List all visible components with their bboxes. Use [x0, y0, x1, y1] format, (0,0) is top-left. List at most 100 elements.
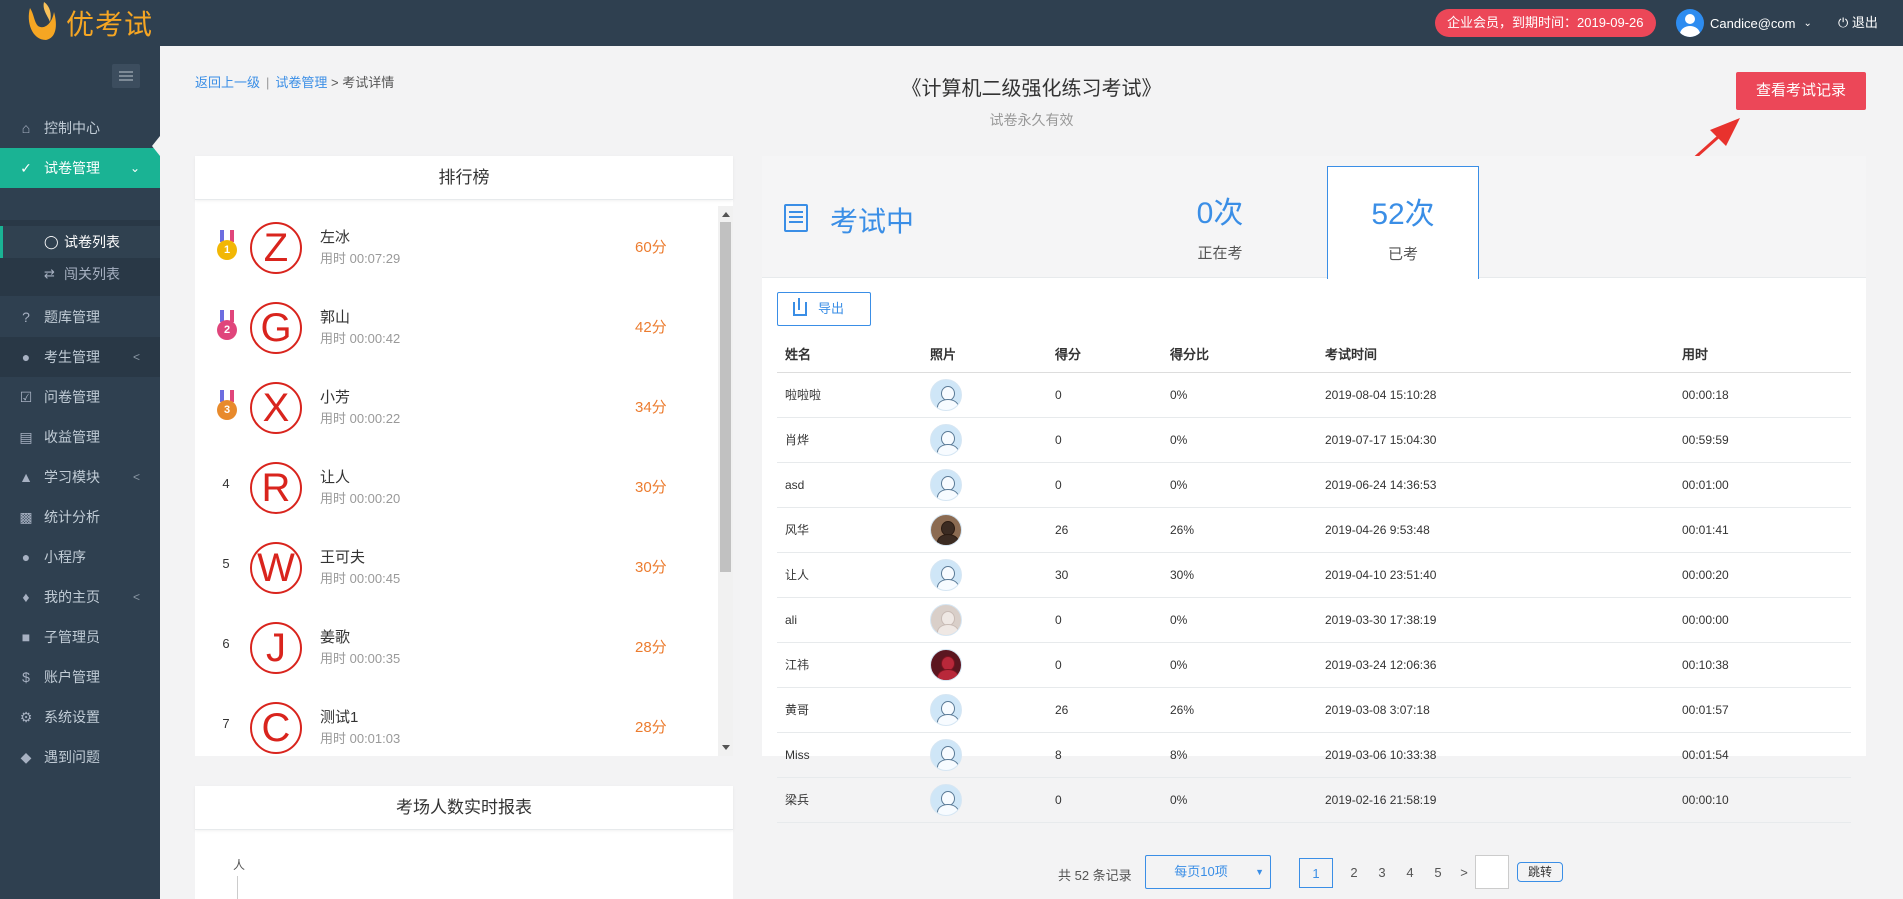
tag-icon: ◆: [20, 749, 32, 765]
record-photo: [922, 462, 1047, 508]
column-header: 考试时间: [1317, 336, 1674, 373]
sidebar-item-account[interactable]: $ 账户管理: [0, 657, 160, 697]
export-label: 导出: [818, 301, 845, 316]
page-2[interactable]: 2: [1346, 858, 1362, 888]
record-date: 2019-02-16 21:58:19: [1317, 777, 1674, 823]
record-score: 8: [1047, 732, 1162, 778]
record-ratio: 0%: [1162, 642, 1317, 688]
scroll-up-icon[interactable]: [722, 212, 730, 217]
next-page-button[interactable]: >: [1458, 858, 1470, 888]
ranking-score: 30分: [635, 479, 667, 496]
page-5[interactable]: 5: [1430, 858, 1446, 888]
page-4[interactable]: 4: [1402, 858, 1418, 888]
in-progress-stat[interactable]: 0次 正在考: [1144, 166, 1296, 278]
chevron-left-icon: <: [132, 350, 140, 364]
table-row: 梁兵 0 0% 2019-02-16 21:58:19 00:00:10: [777, 777, 1851, 823]
sidebar-item-survey[interactable]: ☑ 问卷管理: [0, 377, 160, 417]
logout-button[interactable]: ⏻ 退出: [1838, 10, 1878, 36]
sidebar-subitem-level-list[interactable]: ⇄ 闯关列表: [0, 258, 160, 290]
logo-flame-icon: [24, 0, 60, 46]
ranking-row: 4 R 让人 用时 00:00:20 30分: [195, 446, 718, 526]
user-photo-icon[interactable]: [930, 783, 962, 816]
sidebar-item-statistics[interactable]: ▩ 统计分析: [0, 497, 160, 537]
user-photo-icon[interactable]: [930, 603, 962, 636]
logout-label: 退出: [1851, 15, 1878, 30]
sidebar-item-revenue[interactable]: ▤ 收益管理: [0, 417, 160, 457]
table-row: 风华 26 26% 2019-04-26 9:53:48 00:01:41: [777, 507, 1851, 553]
sidebar-item-homepage[interactable]: ♦ 我的主页 <: [0, 577, 160, 617]
user-photo-icon[interactable]: [930, 468, 962, 501]
bar-chart-icon: ▩: [19, 509, 33, 525]
logo-text: 优考试: [66, 9, 154, 40]
sidebar-subitem-paper-list[interactable]: ◯ 试卷列表: [0, 226, 160, 258]
scroll-down-icon[interactable]: [722, 745, 730, 750]
record-date: 2019-03-08 3:07:18: [1317, 687, 1674, 733]
record-photo: [922, 597, 1047, 643]
user-initial: W: [250, 542, 302, 594]
user-photo-icon[interactable]: [930, 378, 962, 411]
ranking-row: 1 Z 左冰 用时 00:07:29 60分: [195, 206, 718, 286]
record-ratio: 8%: [1162, 732, 1317, 778]
record-ratio: 0%: [1162, 597, 1317, 643]
user-photo-icon[interactable]: [930, 513, 962, 546]
ranking-score: 34分: [635, 399, 667, 416]
records-table: 姓名 照片 得分 得分比 考试时间 用时 啦啦啦 0 0% 2019-08-04 15…: [777, 336, 1851, 823]
user-photo-icon[interactable]: [930, 693, 962, 726]
lock-icon: ■: [21, 629, 31, 645]
completed-stat[interactable]: 52次 已考: [1327, 166, 1479, 279]
ranking-row: 6 J 姜歌 用时 00:00:35 28分: [195, 606, 718, 686]
sidebar-item-dashboard[interactable]: ⌂ 控制中心: [0, 108, 160, 148]
record-photo: [922, 507, 1047, 553]
user-photo-icon[interactable]: [930, 738, 962, 771]
record-photo: [922, 777, 1047, 823]
sidebar-item-candidates[interactable]: ● 考生管理 <: [0, 337, 160, 377]
column-header: 照片: [922, 336, 1047, 373]
jump-page-input[interactable]: [1475, 855, 1509, 889]
exam-title: 《计算机二级强化练习考试》: [901, 78, 1162, 100]
sidebar-item-question-bank[interactable]: ? 题库管理: [0, 297, 160, 337]
user-photo-icon[interactable]: [930, 423, 962, 456]
menu-toggle-icon[interactable]: [112, 64, 140, 88]
user-menu[interactable]: Candice@com ⌄: [1676, 9, 1812, 37]
ranking-scrollbar[interactable]: [718, 206, 733, 756]
record-duration: 00:01:00: [1674, 462, 1851, 508]
jump-button[interactable]: 跳转: [1517, 862, 1563, 882]
sidebar-item-label: 我的主页: [44, 589, 100, 605]
page-1[interactable]: 1: [1299, 858, 1333, 888]
in-progress-count: 0次: [1196, 197, 1244, 230]
ranking-time: 用时 00:00:20: [320, 491, 401, 506]
sidebar-item-settings[interactable]: ⚙ 系统设置: [0, 697, 160, 737]
sidebar-item-help[interactable]: ◆ 遇到问题: [0, 737, 160, 777]
rank-number: 7: [222, 716, 230, 731]
main-content: 返回上一级 | 试卷管理 > 考试详情 《计算机二级强化练习考试》 试卷永久有效 查…: [160, 46, 1903, 899]
per-page-select[interactable]: 每页10项 ▼: [1145, 855, 1271, 889]
ranking-row: 5 W 王可夫 用时 00:00:45 30分: [195, 526, 718, 606]
sidebar-item-learning[interactable]: ▲ 学习模块 <: [0, 457, 160, 497]
ranking-name: 让人: [320, 469, 351, 486]
user-photo-icon[interactable]: [930, 558, 962, 591]
rank-number: 5: [222, 556, 230, 571]
ranking-time: 用时 00:07:29: [320, 251, 401, 266]
chevron-left-icon: <: [132, 590, 140, 604]
exam-paper-icon: [784, 204, 808, 232]
sidebar-item-exam-paper[interactable]: ✓ 试卷管理 ⌄: [0, 148, 160, 188]
checkbox-icon: ☑: [19, 389, 33, 405]
record-date: 2019-06-24 14:36:53: [1317, 462, 1674, 508]
scroll-thumb[interactable]: [720, 222, 731, 572]
active-indicator: [152, 136, 160, 156]
ranking-name: 姜歌: [320, 629, 351, 646]
ranking-name: 测试1: [320, 709, 359, 726]
sidebar-item-sub-admin[interactable]: ■ 子管理员: [0, 617, 160, 657]
sidebar-item-label: 考生管理: [44, 349, 100, 365]
rank-number: 2: [217, 320, 237, 340]
sidebar-item-miniprogram[interactable]: ● 小程序: [0, 537, 160, 577]
user-photo-icon[interactable]: [930, 648, 962, 681]
record-duration: 00:00:10: [1674, 777, 1851, 823]
view-records-button[interactable]: 查看考试记录: [1736, 72, 1866, 110]
logo[interactable]: 优考试: [24, 0, 153, 46]
export-button[interactable]: 导出: [777, 292, 871, 326]
sidebar-item-label: 问卷管理: [44, 389, 100, 405]
record-date: 2019-04-26 9:53:48: [1317, 507, 1674, 553]
sidebar-subitem-label: 闯关列表: [64, 266, 120, 282]
page-3[interactable]: 3: [1374, 858, 1390, 888]
